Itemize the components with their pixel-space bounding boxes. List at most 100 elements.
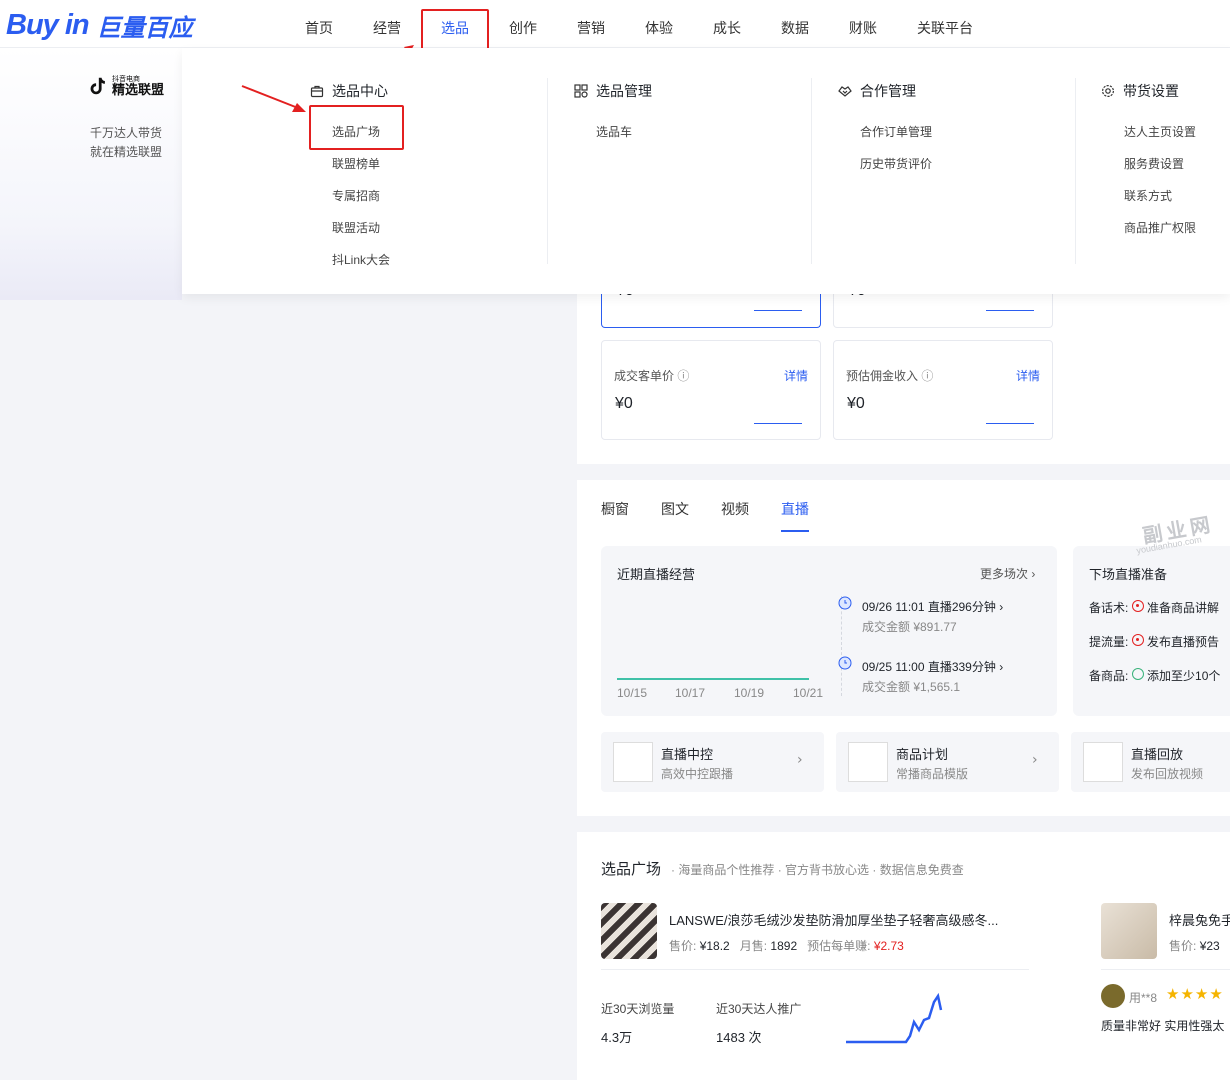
help-icon[interactable]: ⓘ [677,369,689,383]
clock-icon [838,596,852,614]
review-text: 质量非常好 实用性强太 [1101,1019,1225,1033]
prep-row[interactable]: 提流量: 发布直播预告 [1089,633,1219,650]
menu-col-title: 选品中心 [310,81,388,101]
nav-item[interactable]: 数据 [781,0,809,48]
tiktok-icon [90,77,105,95]
metric-card-commission[interactable]: 预估佣金收入 ⓘ 详情 ¥0 [833,340,1053,440]
tab-article[interactable]: 图文 [661,499,689,519]
logo-latin: Buy in [6,8,90,41]
prep-row[interactable]: 备话术: 准备商品讲解 [1089,599,1219,616]
metric-value: ¥0 [847,395,865,412]
menu-item[interactable]: 服务费设置 [1124,155,1184,172]
tab-video[interactable]: 视频 [721,499,749,519]
brand-name: 精选联盟 [112,82,165,97]
metric-card-avg-price[interactable]: 成交客单价 ⓘ 详情 ¥0 [601,340,821,440]
nav-item[interactable]: 营销 [577,0,605,48]
trend-sparkline [846,992,943,1044]
views-label: 近30天浏览量 [601,1002,675,1016]
menu-item[interactable]: 商品推广权限 [1124,219,1196,236]
chevron-right-icon: › [797,752,803,768]
menu-item[interactable]: 联系方式 [1124,187,1172,204]
brand-slogan-2: 就在精选联盟 [90,145,163,159]
star-rating-icon: ★★★★ [1166,985,1224,1003]
metric-underline [754,423,802,424]
nav-item[interactable]: 体验 [645,0,673,48]
tab-showcase[interactable]: 橱窗 [601,499,629,519]
brand-slogan-1: 千万达人带货 [90,126,163,140]
metric-underline [986,423,1034,424]
menu-item[interactable]: 专属招商 [332,187,380,204]
nav-item[interactable]: 创作 [509,0,537,48]
menu-item[interactable]: 联盟榜单 [332,155,380,172]
grid-icon [574,84,588,98]
tool-live-replay[interactable]: 直播回放 发布回放视频 [1071,732,1230,792]
tool-product-plan[interactable]: 商品计划 常播商品模版 › [836,732,1059,792]
menu-item[interactable]: 达人主页设置 [1124,123,1196,140]
arrow-annotation-plaza [241,85,306,112]
prep-row[interactable]: 备商品: 添加至少10个 [1089,667,1220,684]
product-stats: 售价: ¥18.2 月售: 1892 预估每单赚: ¥2.73 [669,939,904,953]
next-live-prep-card: 下场直播准备 备话术: 准备商品讲解 提流量: 发布直播预告 备商品: 添加至少… [1073,546,1230,716]
menu-item[interactable]: 抖Link大会 [332,251,390,268]
menu-item[interactable]: 选品车 [596,123,632,140]
metric-underline [754,310,802,311]
x-tick-label: 10/21 [793,686,824,700]
session-amount: 成交金额 ¥1,565.1 [862,680,961,694]
metric-label: 成交客单价 [614,369,675,383]
nav-item[interactable]: 关联平台 [917,0,973,48]
more-sessions-link[interactable]: 更多场次 › [980,565,1035,582]
reviewer-name: 用**8 [1129,991,1158,1005]
avatar [1101,984,1125,1008]
tab-live[interactable]: 直播 [781,499,809,519]
tool-image [848,742,888,782]
gear-icon [1101,84,1115,98]
product-name[interactable]: LANSWE/浪莎毛绒沙发垫防滑加厚坐垫子轻奢高级感冬... [669,910,1029,929]
buyin-logo[interactable]: Buy in 巨量百应 [6,8,193,42]
product2-image[interactable] [1101,903,1157,959]
menu-item[interactable]: 合作订单管理 [860,123,932,140]
tool-sub: 高效中控跟播 [661,767,734,781]
clock-icon [838,656,852,674]
tab-active-indicator [781,530,809,532]
column-divider [547,78,548,264]
promo-value: 1483 次 [716,1030,762,1045]
promo-label: 近30天达人推广 [716,1002,802,1016]
views-value: 4.3万 [601,1030,633,1045]
x-tick-label: 10/19 [734,686,765,700]
tool-live-control[interactable]: 直播中控 高效中控跟播 › [601,732,824,792]
tool-image [613,742,653,782]
recent-live-card: 近期直播经营 更多场次 › [601,546,1057,716]
pending-icon [1131,634,1144,646]
tool-sub: 发布回放视频 [1131,767,1204,781]
x-tick-label: 10/17 [675,686,706,700]
nav-item[interactable]: 成长 [713,0,741,48]
detail-link[interactable]: 详情 [1016,367,1040,384]
menu-item[interactable]: 联盟活动 [332,219,380,236]
bag-icon [310,85,324,98]
metric-label: 预估佣金收入 [846,369,919,383]
divider [1101,969,1230,970]
product2-price: ¥23 [1199,939,1220,953]
help-icon[interactable]: ⓘ [921,369,933,383]
recent-live-title: 近期直播经营 [617,567,696,582]
session-item[interactable]: 09/25 11:00 直播339分钟 › [862,658,1003,675]
check-icon [1131,668,1144,680]
menu-col-title: 选品管理 [574,81,652,101]
logo-cn: 巨量百应 [96,14,193,42]
nav-item[interactable]: 首页 [305,0,333,48]
plaza-tags: · 海量商品个性推荐 · 官方背书放心选 · 数据信息免费查 [671,863,964,877]
column-divider [1075,78,1076,264]
product-image[interactable] [601,903,657,959]
menu-col-title: 合作管理 [838,81,916,101]
menu-item[interactable]: 历史带货评价 [860,155,932,172]
plaza-title: 选品广场 [601,861,662,878]
detail-link[interactable]: 详情 [784,367,808,384]
highlight-box-plaza [309,105,404,150]
tool-title: 直播中控 [661,747,714,762]
chevron-right-icon: › [1032,752,1038,768]
session-item[interactable]: 09/26 11:01 直播296分钟 › [862,598,1003,615]
chart-line [617,678,809,680]
nav-item[interactable]: 财账 [849,0,877,48]
product2-name[interactable]: 梓晨兔免手 [1169,910,1230,929]
metric-value: ¥0 [615,395,633,412]
